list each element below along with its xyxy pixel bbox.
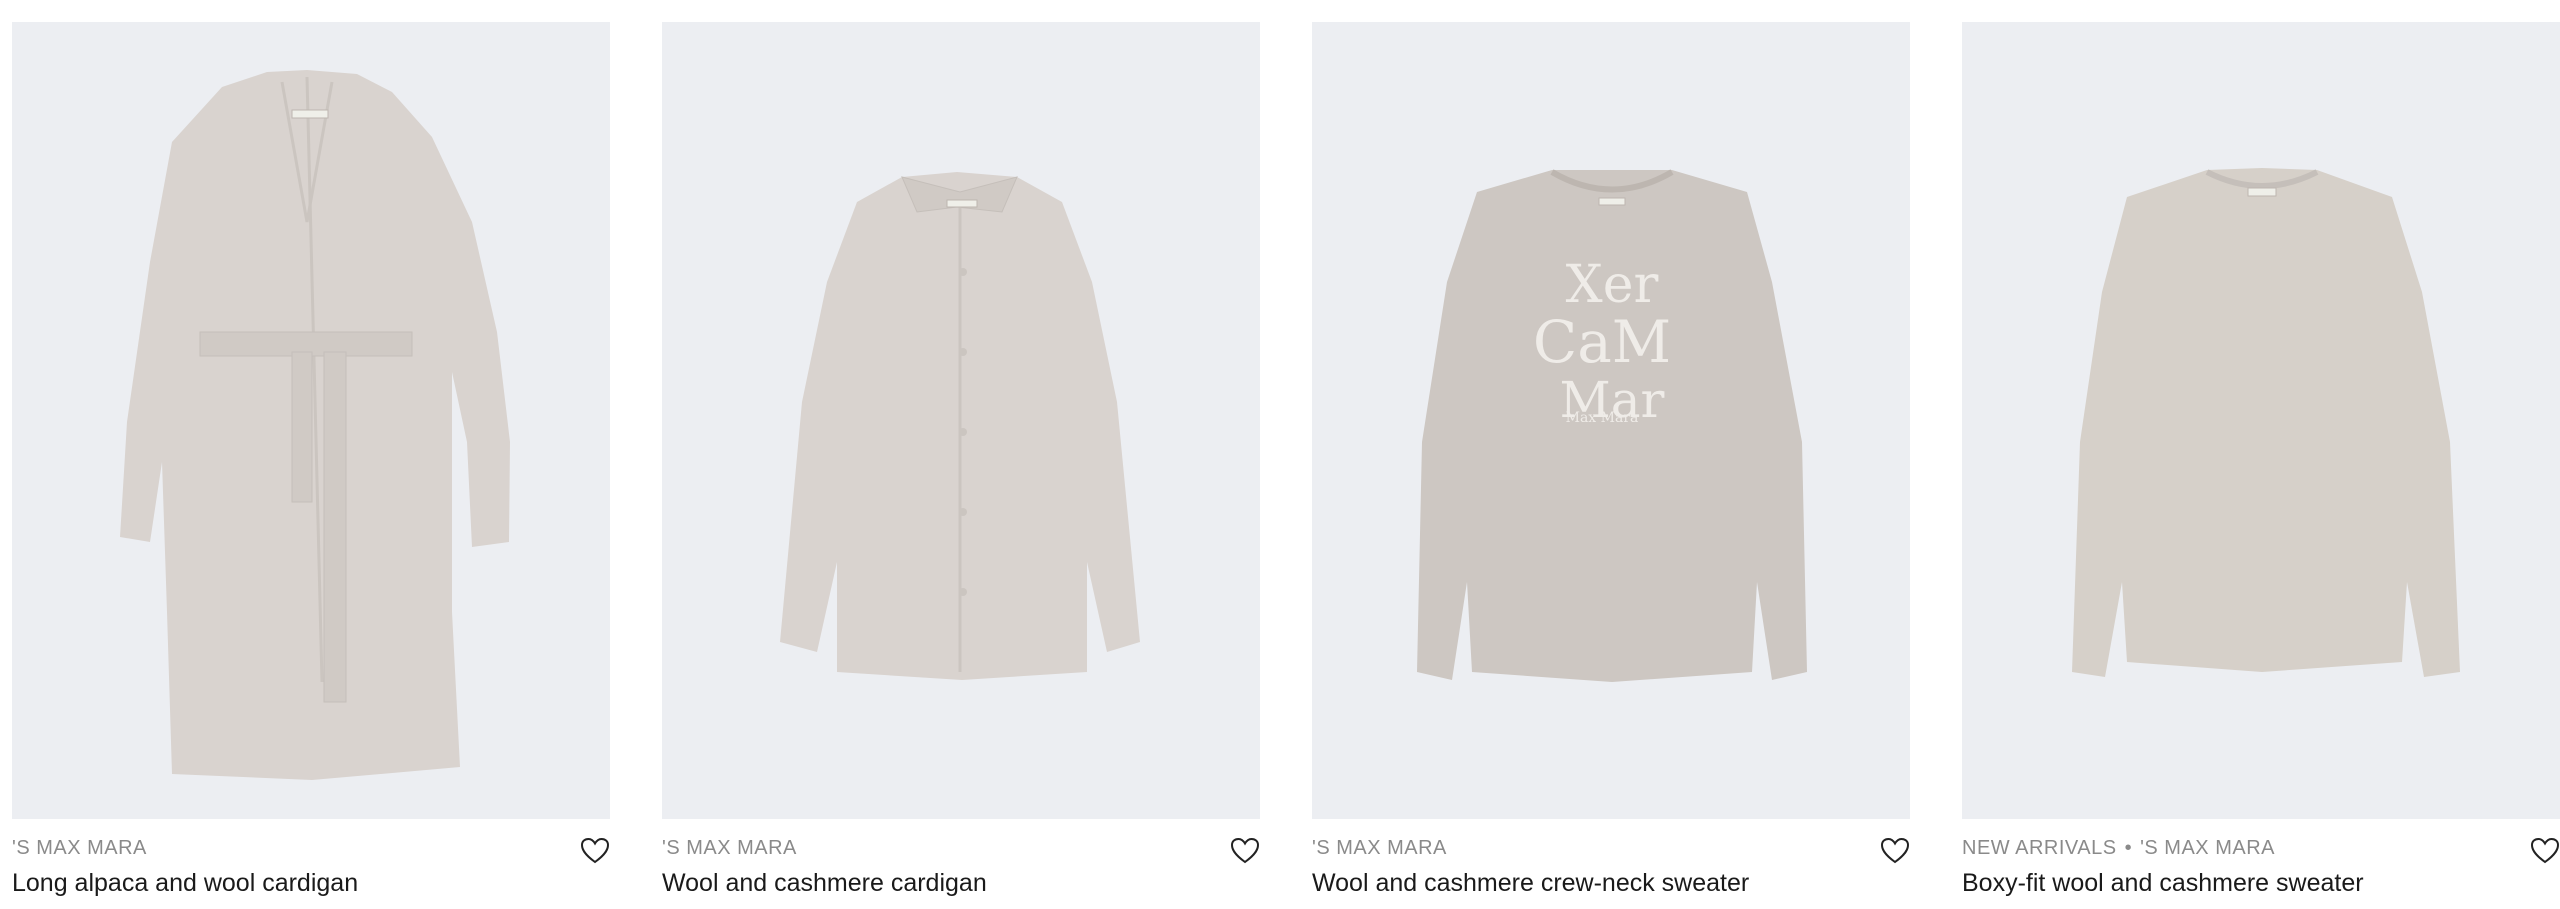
product-title[interactable]: Wool and cashmere cardigan [662,869,987,898]
product-image[interactable] [12,22,610,819]
product-card[interactable]: Xer CaM Mar Max Mara 'S MAX MARA Wool an… [1312,22,1910,909]
new-arrivals-label: NEW ARRIVALS [1962,837,2117,859]
product-info: 'S MAX MARA Wool and cashmere crew-neck … [1312,819,1910,909]
heart-outline-icon[interactable] [580,837,610,865]
svg-text:CaM: CaM [1533,308,1671,376]
product-info: 'S MAX MARA Long alpaca and wool cardiga… [12,819,610,909]
svg-text:Max Mara: Max Mara [1566,410,1639,426]
product-title[interactable]: Boxy-fit wool and cashmere sweater [1962,869,2364,898]
heart-outline-icon[interactable] [2530,837,2560,865]
product-brand: 'S MAX MARA [1312,837,1447,859]
boxy-sweater-image [2072,168,2460,677]
product-image[interactable] [662,22,1260,819]
product-image[interactable] [1962,22,2560,819]
product-info: NEW ARRIVALS • 'S MAX MARA Boxy-fit wool a… [1962,819,2560,909]
product-brand: 'S MAX MARA [12,837,147,859]
product-image[interactable]: Xer CaM Mar Max Mara [1312,22,1910,819]
product-brand: NEW ARRIVALS • 'S MAX MARA [1962,837,2275,859]
product-brand: 'S MAX MARA [662,837,797,859]
separator-dot: • [2124,837,2133,859]
logo-sweater-image: Xer CaM Mar Max Mara [1417,169,1807,682]
product-title[interactable]: Long alpaca and wool cardigan [12,869,358,898]
product-grid: 'S MAX MARA Long alpaca and wool cardiga… [0,0,2560,909]
product-card[interactable]: 'S MAX MARA Wool and cashmere cardigan [662,22,1260,909]
long-cardigan-image [120,70,510,780]
heart-outline-icon[interactable] [1880,837,1910,865]
product-card[interactable]: NEW ARRIVALS • 'S MAX MARA Boxy-fit wool a… [1962,22,2560,909]
button-cardigan-image [780,172,1140,680]
product-card[interactable]: 'S MAX MARA Long alpaca and wool cardiga… [12,22,610,909]
heart-outline-icon[interactable] [1230,837,1260,865]
product-info: 'S MAX MARA Wool and cashmere cardigan [662,819,1260,909]
svg-text:Xer: Xer [1566,255,1659,315]
product-title[interactable]: Wool and cashmere crew-neck sweater [1312,869,1749,898]
